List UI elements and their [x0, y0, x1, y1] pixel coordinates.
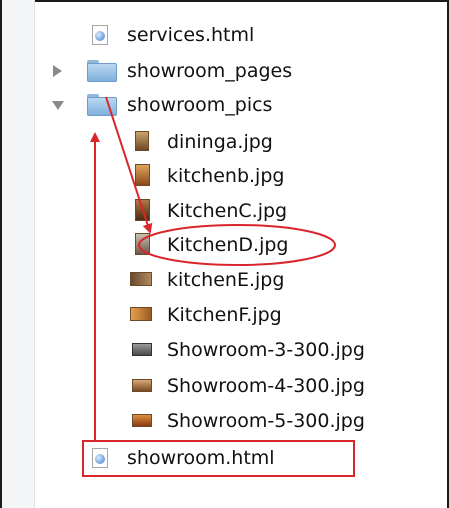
file-label: KitchenF.jpg [167, 304, 282, 326]
file-row-services-html[interactable]: services.html [0, 18, 449, 52]
image-thumbnail-icon [130, 272, 152, 286]
file-row-showroom-4-300-jpg[interactable]: Showroom-4-300.jpg [0, 369, 449, 403]
image-thumbnail-icon [135, 233, 150, 255]
file-label: Showroom-4-300.jpg [167, 375, 365, 397]
file-label: kitchenE.jpg [167, 269, 285, 291]
html-file-icon [92, 25, 108, 45]
file-label: kitchenb.jpg [167, 165, 285, 187]
folder-icon [87, 94, 117, 116]
disclosure-triangle-closed-icon[interactable] [53, 65, 62, 77]
disclosure-triangle-open-icon[interactable] [52, 101, 64, 110]
file-row-kitchene-jpg[interactable]: kitchenE.jpg [0, 263, 449, 297]
file-label: Showroom-3-300.jpg [167, 339, 365, 361]
file-label: KitchenD.jpg [167, 234, 289, 256]
file-browser-panel: services.html showroom_pages showroom_pi… [0, 0, 449, 508]
folder-icon [87, 60, 117, 82]
image-thumbnail-icon [132, 379, 152, 392]
file-label: Showroom-5-300.jpg [167, 410, 365, 432]
image-thumbnail-icon [132, 414, 152, 427]
folder-label: showroom_pics [127, 94, 273, 116]
file-label: dininga.jpg [167, 131, 273, 153]
file-label: services.html [127, 24, 255, 46]
file-row-showroom-3-300-jpg[interactable]: Showroom-3-300.jpg [0, 333, 449, 367]
file-row-kitchenc-jpg[interactable]: KitchenC.jpg [0, 194, 449, 228]
file-row-dininga-jpg[interactable]: dininga.jpg [0, 125, 449, 159]
image-thumbnail-icon [130, 307, 152, 321]
file-row-kitchend-jpg[interactable]: KitchenD.jpg [0, 228, 449, 262]
panel-top-border [0, 0, 449, 2]
folder-row-showroom-pics[interactable]: showroom_pics [0, 88, 449, 122]
image-thumbnail-icon [135, 199, 150, 221]
file-row-kitchenb-jpg[interactable]: kitchenb.jpg [0, 159, 449, 193]
html-file-icon [92, 448, 108, 468]
image-thumbnail-icon [135, 164, 150, 186]
image-thumbnail-icon [132, 343, 152, 356]
folder-row-showroom-pages[interactable]: showroom_pages [0, 54, 449, 88]
file-row-showroom-5-300-jpg[interactable]: Showroom-5-300.jpg [0, 404, 449, 438]
file-label: KitchenC.jpg [167, 200, 288, 222]
file-row-kitchenf-jpg[interactable]: KitchenF.jpg [0, 298, 449, 332]
file-label: showroom.html [127, 447, 275, 469]
file-row-showroom-html[interactable]: showroom.html [0, 441, 449, 475]
image-thumbnail-icon [135, 131, 149, 151]
folder-label: showroom_pages [127, 60, 293, 82]
